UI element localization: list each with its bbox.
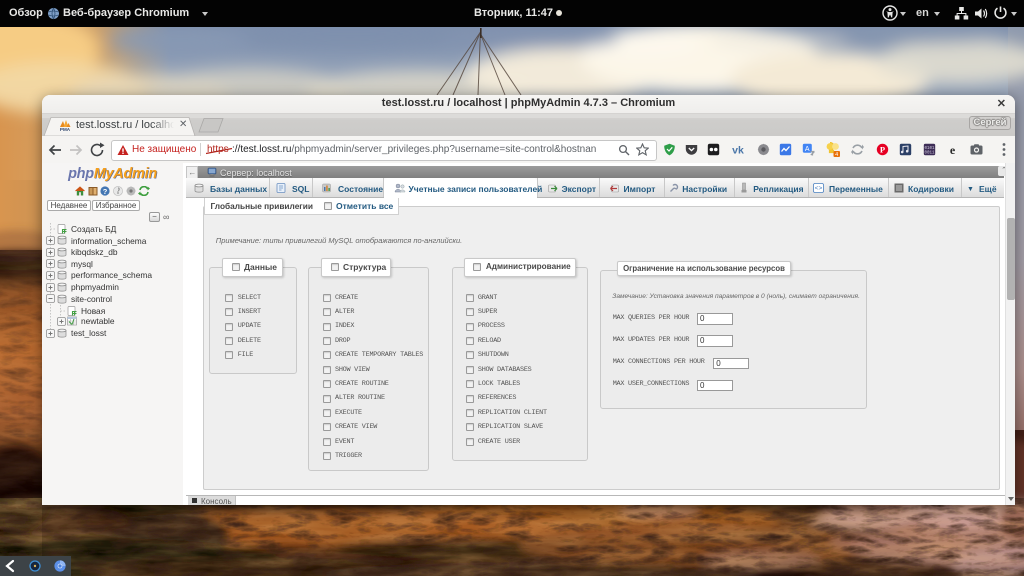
svg-text:P: P — [880, 145, 885, 155]
svg-text:4: 4 — [835, 152, 838, 157]
svg-text:A: A — [805, 146, 810, 153]
svg-text:vk: vk — [732, 145, 744, 157]
svg-text:<>: <> — [814, 185, 822, 192]
svg-text:e: e — [950, 143, 956, 156]
svg-text:0011: 0011 — [924, 152, 935, 156]
svg-text:0101: 0101 — [924, 147, 935, 151]
svg-text:PMA: PMA — [60, 127, 71, 132]
